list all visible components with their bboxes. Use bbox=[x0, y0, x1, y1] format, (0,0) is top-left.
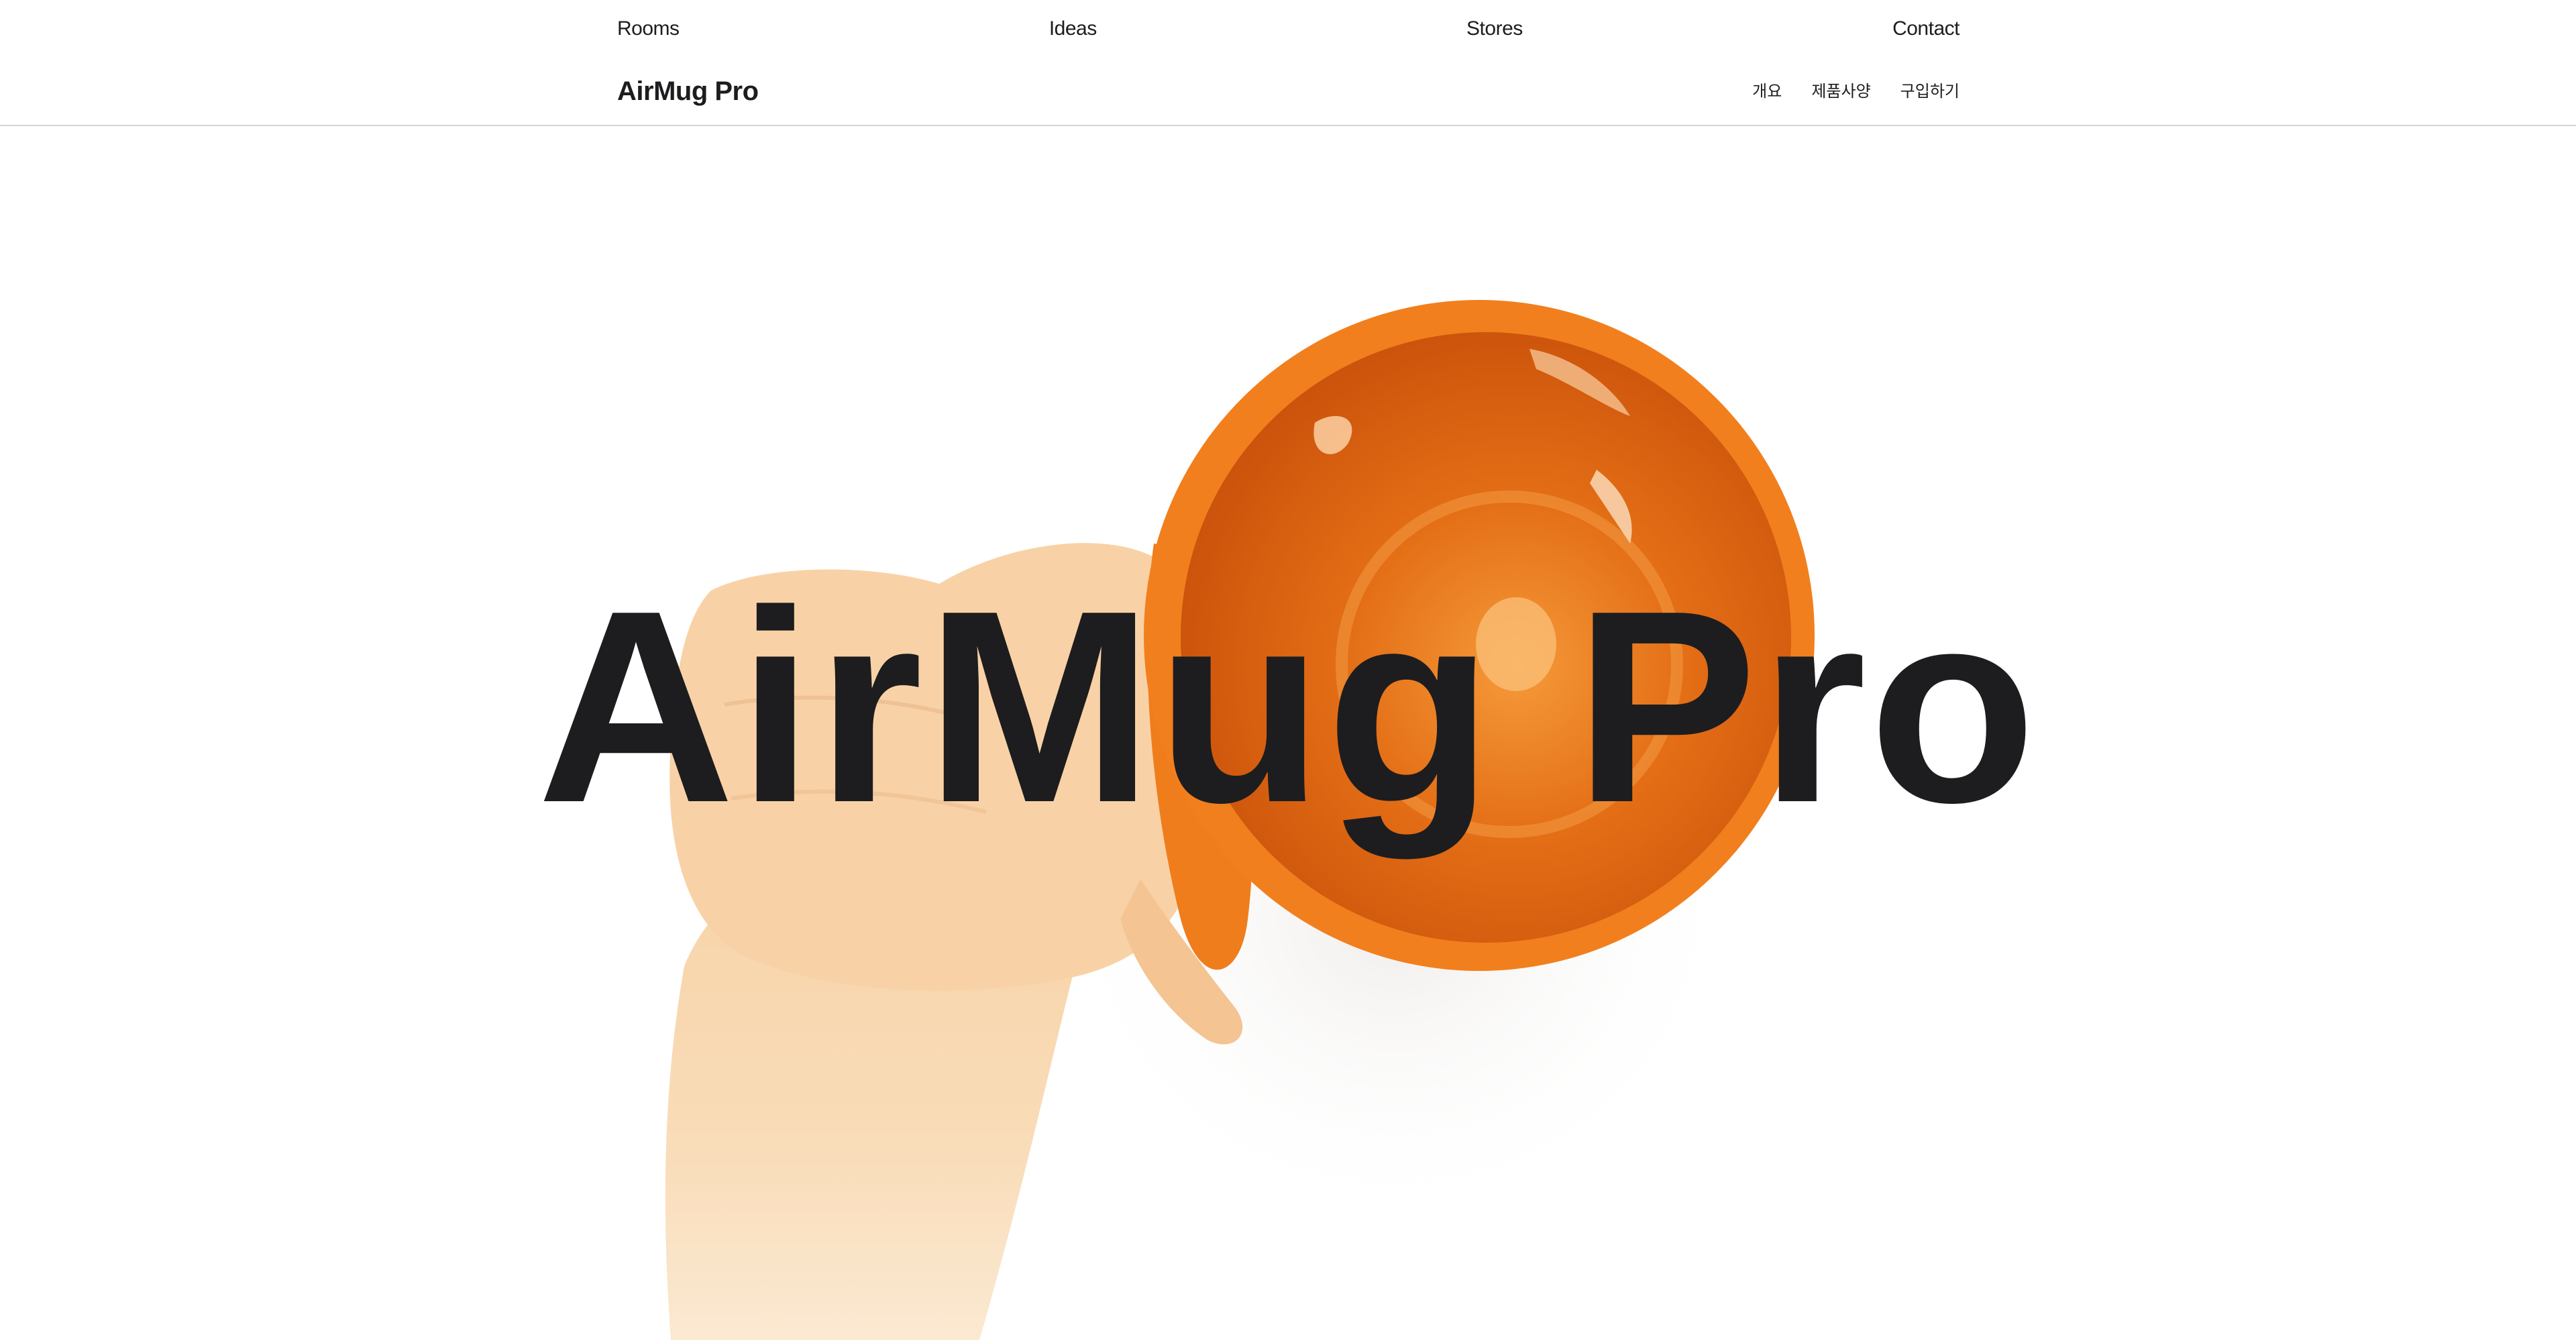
product-name-link[interactable]: AirMug Pro bbox=[617, 76, 759, 107]
global-nav-stores[interactable]: Stores bbox=[1466, 17, 1523, 40]
page: Rooms Ideas Stores Contact AirMug Pro 개요… bbox=[0, 0, 2576, 1340]
global-nav: Rooms Ideas Stores Contact bbox=[0, 0, 2576, 58]
local-nav-overview[interactable]: 개요 bbox=[1752, 78, 1782, 101]
local-nav: AirMug Pro 개요 제품사양 구입하기 bbox=[0, 58, 2576, 126]
global-nav-inner: Rooms Ideas Stores Contact bbox=[617, 0, 1960, 58]
hero-section: AirMug Pro bbox=[0, 127, 2576, 1340]
global-nav-ideas[interactable]: Ideas bbox=[1049, 17, 1097, 40]
local-nav-inner: AirMug Pro 개요 제품사양 구입하기 bbox=[617, 58, 1960, 125]
hero-title: AirMug Pro bbox=[537, 554, 2039, 860]
local-nav-links: 개요 제품사양 구입하기 bbox=[1752, 78, 1960, 101]
local-nav-buy[interactable]: 구입하기 bbox=[1900, 78, 1960, 101]
global-nav-contact[interactable]: Contact bbox=[1892, 17, 1960, 40]
global-nav-rooms[interactable]: Rooms bbox=[617, 17, 680, 40]
local-nav-specs[interactable]: 제품사양 bbox=[1811, 78, 1870, 101]
